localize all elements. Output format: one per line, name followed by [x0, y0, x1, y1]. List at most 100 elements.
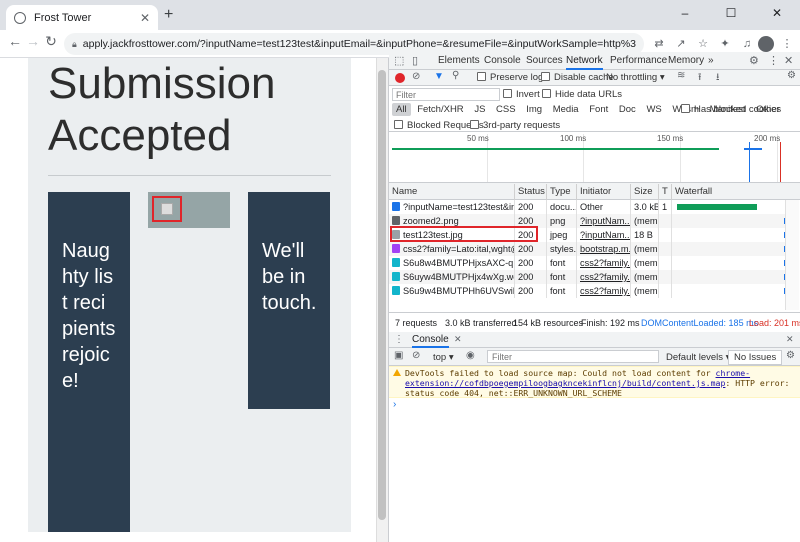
- gear-icon[interactable]: ⚙: [749, 54, 759, 67]
- search-icon[interactable]: ⚲: [452, 70, 459, 81]
- translate-icon[interactable]: ⇄: [650, 35, 668, 53]
- table-row[interactable]: S6u8w4BMUTPHjxsAXC-q.woff2 200 font css2?fa…: [389, 256, 786, 270]
- sidebar-toggle-icon[interactable]: ▣: [394, 350, 403, 361]
- profile-icon[interactable]: [758, 36, 774, 52]
- hide-data-urls-checkbox[interactable]: Hide data URLs: [542, 89, 622, 100]
- type-filter-doc[interactable]: Doc: [615, 103, 640, 116]
- eye-icon[interactable]: ◉: [466, 350, 475, 361]
- minimize-button[interactable]: –: [662, 0, 708, 26]
- forward-button[interactable]: →: [24, 33, 42, 49]
- third-party-requests-checkbox[interactable]: 3rd-party requests: [470, 120, 560, 131]
- tab-sources[interactable]: Sources: [526, 52, 563, 70]
- console-prompt[interactable]: ›: [393, 399, 396, 410]
- issues-button[interactable]: No Issues: [728, 350, 783, 365]
- column-initiator[interactable]: Initiator: [577, 184, 631, 200]
- device-toolbar-icon[interactable]: ▯: [412, 54, 418, 67]
- more-options-icon[interactable]: ⋮: [768, 54, 779, 67]
- throttling-select[interactable]: No throttling ▾: [606, 72, 665, 83]
- column-waterfall[interactable]: Waterfall: [672, 184, 784, 200]
- type-filter-font[interactable]: Font: [585, 103, 612, 116]
- network-filter-input[interactable]: [392, 88, 500, 101]
- network-overview[interactable]: [389, 132, 800, 183]
- tab-close-icon[interactable]: ✕: [140, 11, 150, 25]
- cell-text: (mem...: [634, 216, 658, 226]
- has-blocked-cookies-checkbox[interactable]: Has blocked cookies: [681, 104, 781, 115]
- import-har-icon[interactable]: ⭱: [698, 70, 702, 87]
- table-scrollbar[interactable]: [785, 200, 799, 310]
- table-row[interactable]: S6u9w4BMUTPHh6UVSwiPGQ... 200 font css2?fam…: [389, 284, 786, 298]
- network-settings-icon[interactable]: ⚙: [787, 70, 796, 81]
- cell-text: ?inputName=test123test&inp...: [403, 202, 515, 212]
- menu-icon[interactable]: ⋮: [778, 35, 796, 53]
- cell-text: bootstrap.m...: [580, 244, 631, 254]
- cell-text: (mem...: [634, 272, 658, 282]
- tab-memory[interactable]: Memory: [668, 52, 704, 70]
- type-filter-img[interactable]: Img: [522, 103, 546, 116]
- export-har-icon[interactable]: ⭳: [716, 70, 720, 87]
- cell-text: S6u8w4BMUTPHjxsAXC-q.woff2: [403, 258, 514, 268]
- type-filter-media[interactable]: Media: [549, 103, 583, 116]
- column-status[interactable]: Status: [515, 184, 547, 200]
- console-filter-input[interactable]: [487, 350, 659, 363]
- table-row[interactable]: css2?family=Lato:ital,wght@0... 200 styles…: [389, 242, 786, 256]
- column-time[interactable]: T: [659, 184, 672, 200]
- context-select[interactable]: top ▾: [433, 352, 454, 363]
- table-row[interactable]: S6uyw4BMUTPHjx4wXg.woff2 200 font css2?fami…: [389, 270, 786, 284]
- file-type-icon: [392, 258, 400, 267]
- drawer-menu-icon[interactable]: ⋮: [394, 334, 404, 345]
- cell-text: 1: [662, 202, 668, 212]
- type-filter-js[interactable]: JS: [470, 103, 489, 116]
- cell-name: S6uyw4BMUTPHjx4wXg.woff2: [389, 270, 515, 284]
- tab-console[interactable]: Console: [484, 52, 521, 70]
- drawer-close-icon[interactable]: ✕: [786, 334, 794, 345]
- cell-initiator[interactable]: css2?family...: [577, 270, 631, 284]
- column-size[interactable]: Size: [631, 184, 659, 200]
- cell-text: jpeg: [550, 230, 568, 240]
- type-filter-fetch[interactable]: Fetch/XHR: [413, 103, 467, 116]
- drawer-tab-console[interactable]: Console: [412, 332, 449, 348]
- cell-initiator[interactable]: bootstrap.m...: [577, 242, 631, 256]
- tab-more[interactable]: »: [708, 52, 714, 70]
- cell-status: 200: [515, 284, 547, 298]
- disable-cache-checkbox[interactable]: Disable cache: [541, 72, 614, 83]
- cell-initiator[interactable]: Other: [577, 200, 631, 214]
- drawer-tab-close-icon[interactable]: ✕: [454, 334, 462, 345]
- invert-checkbox[interactable]: Invert: [503, 89, 540, 100]
- share-icon[interactable]: ↗: [672, 35, 690, 53]
- tab-network[interactable]: Network: [566, 52, 603, 70]
- cell-initiator[interactable]: ?inputNam...: [577, 214, 631, 228]
- maximize-button[interactable]: ☐: [708, 0, 754, 26]
- console-settings-icon[interactable]: ⚙: [786, 350, 795, 361]
- cell-initiator[interactable]: css2?family...: [577, 256, 631, 270]
- filter-icon[interactable]: ▼: [434, 71, 444, 82]
- column-name[interactable]: Name: [389, 184, 515, 200]
- close-devtools-icon[interactable]: ✕: [784, 54, 793, 67]
- levels-select[interactable]: Default levels ▾: [666, 352, 730, 363]
- record-icon[interactable]: [395, 73, 405, 83]
- wifi-icon[interactable]: ≋: [677, 70, 685, 81]
- star-icon[interactable]: ☆: [694, 35, 712, 53]
- clear-icon[interactable]: ⊘: [412, 71, 420, 82]
- load-time: Load: 201 ms: [749, 318, 800, 328]
- type-filter-css[interactable]: CSS: [492, 103, 520, 116]
- type-filter-ws[interactable]: WS: [642, 103, 665, 116]
- browser-tab[interactable]: Frost Tower ✕: [6, 5, 158, 30]
- close-window-button[interactable]: ✕: [754, 0, 800, 26]
- tab-performance[interactable]: Performance: [610, 52, 667, 70]
- column-type[interactable]: Type: [547, 184, 577, 200]
- clear-console-icon[interactable]: ⊘: [412, 350, 420, 361]
- reload-button[interactable]: ↻: [42, 33, 60, 50]
- new-tab-button[interactable]: +: [164, 6, 173, 24]
- inspect-icon[interactable]: ⬚: [394, 54, 404, 67]
- cell-initiator[interactable]: css2?family...: [577, 284, 631, 298]
- preserve-log-checkbox[interactable]: Preserve log: [477, 72, 543, 83]
- back-button[interactable]: ←: [6, 33, 24, 49]
- table-row[interactable]: ?inputName=test123test&inp...200 docu...O…: [389, 200, 785, 214]
- tab-elements[interactable]: Elements: [438, 52, 480, 70]
- cell-initiator[interactable]: ?inputNam...: [577, 228, 631, 242]
- cell-text: (mem...: [634, 244, 658, 254]
- media-icon[interactable]: ♫: [738, 35, 756, 53]
- type-filter-all[interactable]: All: [392, 103, 411, 116]
- page-scrollbar-thumb[interactable]: [378, 70, 386, 520]
- extensions-icon[interactable]: ✦: [716, 35, 734, 53]
